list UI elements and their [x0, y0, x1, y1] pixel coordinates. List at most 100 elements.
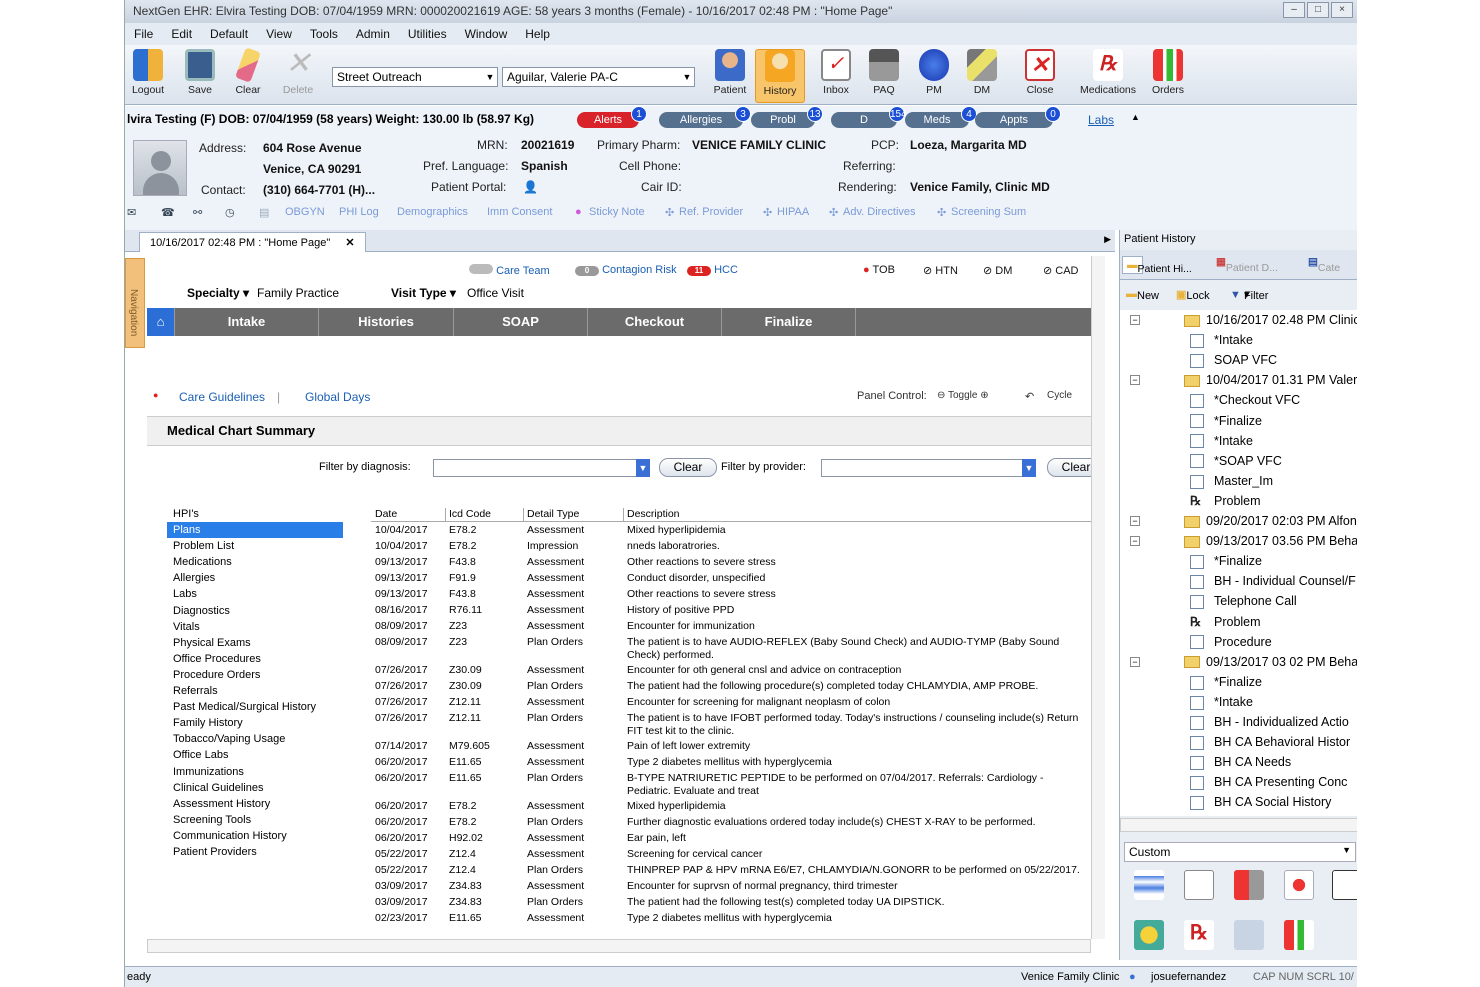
cad-flag[interactable]: ⊘ CAD [1043, 264, 1079, 277]
collapse-icon[interactable]: − [1130, 315, 1140, 325]
tree-item[interactable]: ℞ Problem [1190, 612, 1261, 632]
tree-item[interactable]: BH - Individualized Actio [1190, 712, 1349, 732]
tree-item[interactable]: ℞ Problem [1190, 491, 1261, 511]
table-row[interactable]: 10/04/2017 E78.2 Impression nneds laboratro… [371, 539, 1091, 555]
table-row[interactable]: 07/26/2017 Z30.09 Assessment Encounter for … [371, 663, 1091, 679]
table-row[interactable]: 06/20/2017 E11.65 Assessment Type 2 diabete… [371, 755, 1091, 771]
history-button[interactable]: History [755, 49, 805, 103]
category-item[interactable]: Tobacco/Vaping Usage [167, 731, 343, 747]
flower-icon[interactable] [1134, 920, 1164, 950]
save-button[interactable]: Save [177, 49, 223, 96]
link-imm-consent[interactable]: Imm Consent [487, 206, 552, 218]
collapse-icon[interactable]: − [1130, 375, 1140, 386]
filter-button[interactable]: ▼ Filter ▾ [1230, 288, 1268, 302]
tab-scroll-icon[interactable]: ▶ [1104, 234, 1111, 245]
tree-item[interactable]: SOAP VFC [1190, 350, 1277, 370]
close-window-button[interactable]: × [1331, 2, 1353, 18]
hcc-link[interactable]: 11 HCC [687, 264, 738, 276]
tree-folder[interactable]: 09/20/2017 02:03 PM Alfonso [1184, 511, 1357, 531]
menu-item-tools[interactable]: Tools [301, 27, 347, 45]
tab-patient-history[interactable]: ▬ Patient Hi... [1122, 256, 1192, 275]
category-item[interactable]: Patient Providers [167, 844, 343, 860]
clear-diagnosis-button[interactable]: Clear [659, 458, 717, 477]
tree-folder[interactable]: 09/13/2017 03 02 PM Behavi [1184, 652, 1357, 672]
pm-button[interactable]: PM [911, 49, 957, 96]
orders-chart-icon[interactable] [1284, 920, 1314, 950]
link-adv-directives[interactable]: Adv. Directives [843, 206, 916, 218]
pill-appts[interactable]: Appts 0 [975, 106, 1061, 128]
category-item[interactable]: Allergies [167, 570, 343, 586]
collapse-icon[interactable]: ▲ [1131, 112, 1140, 122]
category-item[interactable]: Past Medical/Surgical History [167, 699, 343, 715]
clock-icon[interactable]: ◷ [225, 206, 235, 219]
collapse-icon[interactable]: − [1130, 656, 1140, 667]
category-item[interactable]: HPI's [167, 506, 343, 522]
labs-link[interactable]: Labs [1088, 113, 1114, 127]
link-sticky-note[interactable]: Sticky Note [589, 206, 645, 218]
table-row[interactable]: 02/23/2017 E11.65 Assessment Type 2 diabete… [371, 911, 1091, 927]
category-item[interactable]: Procedure Orders [167, 667, 343, 683]
dm-button[interactable]: DM [959, 49, 1005, 96]
tree-item[interactable]: *Checkout VFC [1190, 390, 1300, 410]
table-row[interactable]: 08/16/2017 R76.11 Assessment History of pos… [371, 603, 1091, 619]
pill-d[interactable]: D 154 [831, 106, 907, 128]
tree-item[interactable]: Master_Im [1190, 471, 1273, 491]
category-item[interactable]: Physical Exams [167, 635, 343, 651]
tree-horizontal-scrollbar[interactable] [1120, 818, 1357, 832]
tab-finalize[interactable]: Finalize [722, 308, 856, 336]
lock-button[interactable]: ▣ Lock [1176, 288, 1210, 302]
tab-histories[interactable]: Histories [319, 308, 454, 336]
rx-form-icon[interactable] [1332, 870, 1357, 900]
tree-item[interactable]: *Intake [1190, 330, 1253, 350]
table-row[interactable]: 07/26/2017 Z12.11 Assessment Encounter for … [371, 695, 1091, 711]
menu-item-file[interactable]: File [125, 27, 162, 45]
undo-icon[interactable]: ↶ [1025, 390, 1034, 403]
view-select[interactable]: Custom ▼ [1124, 842, 1356, 862]
category-item[interactable]: Vitals [167, 619, 343, 635]
table-row[interactable]: 05/22/2017 Z12.4 Assessment Screening for c… [371, 847, 1091, 863]
tree-item[interactable]: BH CA Behavioral Histor [1190, 732, 1350, 752]
close-tab-icon[interactable]: ✕ [345, 237, 354, 249]
phone-icon[interactable]: ☎ [161, 206, 175, 219]
tab-patient-docs[interactable]: ▦ Patient D... [1216, 256, 1278, 274]
tree-item[interactable]: *Intake [1190, 692, 1253, 712]
category-item[interactable]: Labs [167, 586, 343, 602]
table-row[interactable]: 09/13/2017 F43.8 Assessment Other reactions… [371, 555, 1091, 571]
htn-flag[interactable]: ⊘ HTN [923, 264, 958, 277]
tree-item[interactable]: BH CA Presenting Conc [1190, 772, 1347, 792]
tree-item[interactable]: *Finalize [1190, 551, 1262, 571]
patient-button[interactable]: Patient [707, 49, 753, 96]
tab-checkout[interactable]: Checkout [588, 308, 722, 336]
category-item[interactable]: Medications [167, 554, 343, 570]
pill-alerts[interactable]: Alerts 1 [577, 106, 647, 128]
table-row[interactable]: 07/26/2017 Z12.11 Plan Orders The patient i… [371, 711, 1091, 739]
minimize-button[interactable]: – [1283, 2, 1305, 18]
collapse-icon[interactable]: − [1130, 536, 1140, 547]
document-icon[interactable] [1184, 870, 1214, 900]
home-tab[interactable]: ⌂ [147, 308, 175, 336]
visit-type-value[interactable]: Office Visit [467, 286, 524, 300]
chart-icon[interactable]: ▤ [259, 206, 269, 219]
table-row[interactable]: 09/13/2017 F43.8 Assessment Other reactions… [371, 587, 1091, 603]
menu-item-window[interactable]: Window [456, 27, 517, 45]
menu-item-admin[interactable]: Admin [347, 27, 399, 45]
tree-folder[interactable]: 10/16/2017 02.48 PM Clinic V [1184, 310, 1357, 330]
table-row[interactable]: 07/26/2017 Z30.09 Plan Orders The patient h… [371, 679, 1091, 695]
link-obgyn[interactable]: OBGYN [285, 206, 325, 218]
specialty-value[interactable]: Family Practice [257, 286, 339, 300]
table-row[interactable]: 05/22/2017 Z12.4 Plan Orders THINPREP PAP &… [371, 863, 1091, 879]
navigation-sidebar[interactable]: Navigation [125, 258, 145, 348]
tab-home-page[interactable]: 10/16/2017 02:48 PM : "Home Page" ✕ [139, 232, 366, 252]
tree-item[interactable]: *Finalize [1190, 672, 1262, 692]
table-row[interactable]: 08/09/2017 Z23 Assessment Encounter for imm… [371, 619, 1091, 635]
table-row[interactable]: 06/20/2017 H92.02 Assessment Ear pain, left [371, 831, 1091, 847]
orders-button[interactable]: Orders [1145, 49, 1191, 96]
pill-meds[interactable]: Meds 4 [905, 106, 977, 128]
toggle-button[interactable]: ⊖ Toggle ⊕ [937, 390, 989, 401]
list-icon[interactable] [1134, 870, 1164, 900]
tree-item[interactable]: *Finalize [1190, 411, 1262, 431]
global-days-link[interactable]: Global Days [305, 390, 370, 404]
provider-select[interactable]: Aguilar, Valerie PA-C ▼ [502, 67, 695, 87]
tree-item[interactable]: BH CA Needs [1190, 752, 1291, 772]
table-row[interactable]: 06/20/2017 E78.2 Plan Orders Further diagno… [371, 815, 1091, 831]
